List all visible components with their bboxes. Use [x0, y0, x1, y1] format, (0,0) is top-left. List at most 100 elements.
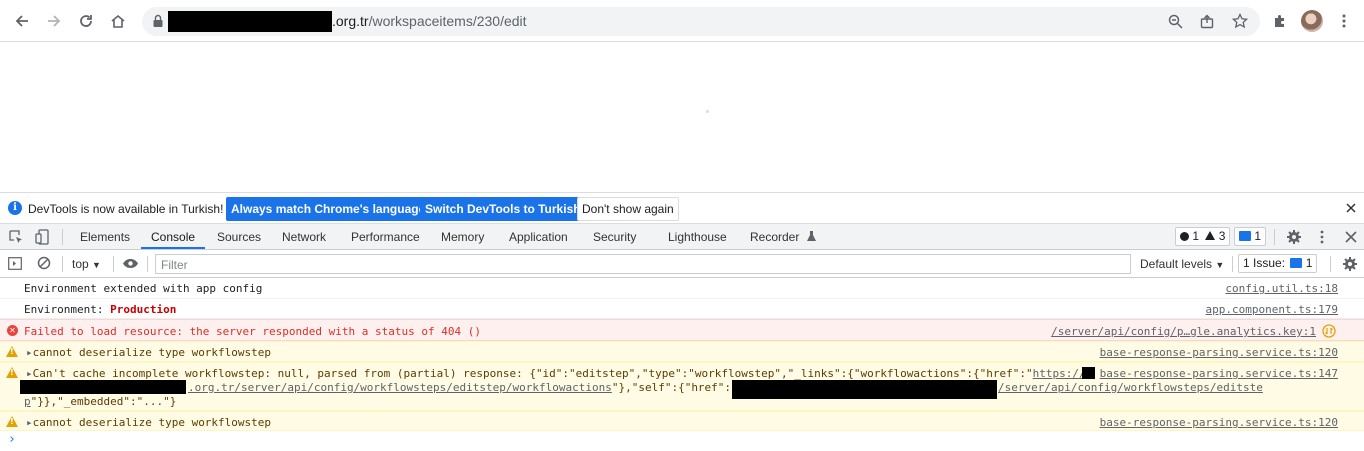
tab-sources[interactable]: Sources — [217, 230, 261, 244]
extensions-button[interactable] — [1268, 9, 1292, 33]
console-error-message: ✕ Failed to load resource: the server re… — [0, 319, 1364, 341]
console-warning-message: ! ▸Can't cache incomplete workflowstep: … — [0, 362, 1364, 411]
info-icon: i — [8, 201, 22, 215]
messages-counter[interactable]: 1 — [1234, 227, 1267, 246]
redacted-domain — [168, 11, 332, 32]
chrome-menu-button[interactable] — [1332, 9, 1356, 33]
tab-performance[interactable]: Performance — [351, 230, 420, 244]
active-tab-indicator — [141, 247, 205, 249]
device-toolbar-icon[interactable] — [35, 229, 50, 245]
dropdown-arrow-icon: ▼ — [1215, 260, 1225, 270]
source-link[interactable]: base-response-parsing.service.ts:120 — [1100, 416, 1338, 429]
infobar-close-icon[interactable] — [1346, 203, 1356, 213]
tab-security[interactable]: Security — [593, 230, 636, 244]
console-message: Environment extended with app config con… — [0, 278, 1364, 299]
home-icon — [111, 14, 125, 28]
clear-console-icon[interactable] — [37, 256, 51, 270]
profile-avatar[interactable] — [1300, 9, 1324, 33]
tab-application[interactable]: Application — [509, 230, 568, 244]
issues-button[interactable]: 1 Issue: 1 — [1238, 254, 1318, 273]
tab-console[interactable]: Console — [151, 230, 195, 244]
zoom-icon — [1168, 14, 1183, 29]
forward-arrow-icon — [48, 15, 61, 27]
message-text-line2-link[interactable]: /server/api/config/workflowsteps/editste — [998, 381, 1263, 394]
reload-icon — [80, 15, 92, 27]
divider — [147, 256, 148, 272]
divider — [62, 229, 63, 245]
dont-show-again-button[interactable]: Don't show again — [577, 197, 679, 221]
settings-gear-icon[interactable] — [1286, 229, 1302, 245]
tab-lighthouse[interactable]: Lighthouse — [668, 230, 727, 244]
bookmark-star-icon — [1232, 13, 1248, 29]
messages-count: 1 — [1254, 229, 1262, 243]
console-prompt[interactable]: › — [8, 432, 16, 447]
message-text[interactable]: ▸cannot deserialize type workflowstep — [26, 346, 271, 359]
log-levels-dropdown[interactable]: Default levels ▼ — [1140, 257, 1224, 271]
browser-toolbar: .org.tr/workspaceitems/230/edit — [0, 0, 1364, 42]
page-viewport — [0, 42, 1364, 192]
dropdown-arrow-icon: ▼ — [92, 260, 101, 270]
url-text: .org.tr/workspaceitems/230/edit — [332, 13, 527, 29]
source-link[interactable]: config.util.ts:18 — [1225, 282, 1338, 295]
message-icon — [1239, 231, 1251, 241]
devtools-tabbar: Elements Console Sources Network Perform… — [0, 224, 1364, 250]
lock-icon — [153, 14, 163, 27]
tab-elements[interactable]: Elements — [80, 230, 130, 244]
message-text: Environment extended with app config — [24, 282, 263, 295]
source-link[interactable]: /server/api/config/p…gle.analytics.key:1 — [1051, 325, 1316, 338]
tab-recorder[interactable]: Recorder — [750, 230, 816, 244]
console-message: Environment: Production app.component.ts… — [0, 299, 1364, 319]
forward-button[interactable] — [42, 9, 66, 33]
error-x-icon: ✕ — [7, 325, 18, 336]
infobar-message: DevTools is now available in Turkish! — [28, 202, 224, 216]
redacted-url — [20, 380, 186, 394]
errors-count: 1 — [1192, 229, 1200, 243]
expand-triangle-icon: ▸ — [26, 416, 33, 429]
loading-spinner — [706, 110, 709, 113]
network-request-icon[interactable] — [1322, 324, 1336, 338]
source-link[interactable]: app.component.ts:179 — [1206, 303, 1338, 316]
tab-memory[interactable]: Memory — [441, 230, 484, 244]
expand-triangle-icon: ▸ — [26, 346, 33, 359]
message-text[interactable]: ▸cannot deserialize type workflowstep — [26, 416, 271, 429]
back-button[interactable] — [10, 9, 34, 33]
address-bar[interactable]: .org.tr/workspaceitems/230/edit — [142, 7, 1260, 36]
inspect-element-icon[interactable] — [9, 230, 24, 245]
divider — [1274, 229, 1275, 245]
message-text: Environment: Production — [24, 303, 177, 316]
back-arrow-icon — [15, 15, 28, 27]
redacted-url — [1082, 367, 1095, 379]
sidebar-toggle-icon[interactable] — [8, 257, 22, 270]
puzzle-icon — [1275, 15, 1284, 27]
divider — [62, 256, 63, 272]
home-button[interactable] — [106, 9, 130, 33]
divider — [1330, 256, 1331, 272]
message-text-line2: .org.tr/server/api/config/workflowsteps/… — [188, 381, 738, 394]
expand-triangle-icon: ▸ — [26, 367, 33, 380]
error-warning-counter[interactable]: 1 3 — [1175, 227, 1231, 246]
always-match-language-button[interactable]: Always match Chrome's language — [226, 197, 431, 221]
close-devtools-icon[interactable] — [1345, 231, 1357, 243]
message-text[interactable]: ▸Can't cache incomplete workflowstep: nu… — [26, 367, 1086, 380]
issue-icon — [1290, 258, 1303, 268]
error-dot-icon — [1180, 232, 1189, 241]
console-toolbar: top ▼ Filter Default levels ▼ 1 Issue: 1 — [0, 250, 1364, 278]
avatar — [1301, 10, 1323, 32]
reload-button[interactable] — [74, 9, 98, 33]
source-link[interactable]: base-response-parsing.service.ts:120 — [1100, 346, 1338, 359]
tab-network[interactable]: Network — [282, 230, 326, 244]
warnings-count: 3 — [1218, 229, 1226, 243]
console-filter-input[interactable]: Filter — [155, 254, 1131, 274]
context-selector[interactable]: top ▼ — [72, 257, 101, 271]
share-icon — [1200, 14, 1214, 29]
message-text-line3: p"}},"_embedded":"..."} — [24, 395, 177, 408]
devtools-menu-icon[interactable] — [1314, 229, 1330, 245]
console-warning-message: ! ▸cannot deserialize type workflowstep … — [0, 341, 1364, 362]
live-expression-eye-icon[interactable] — [122, 258, 139, 269]
flask-icon — [806, 231, 816, 241]
switch-devtools-turkish-button[interactable]: Switch DevTools to Turkish — [420, 197, 586, 221]
message-text: Failed to load resource: the server resp… — [24, 325, 481, 338]
console-settings-icon[interactable] — [1342, 256, 1358, 272]
source-link[interactable]: base-response-parsing.service.ts:147 — [1100, 367, 1338, 380]
warning-triangle-icon — [1205, 231, 1216, 240]
